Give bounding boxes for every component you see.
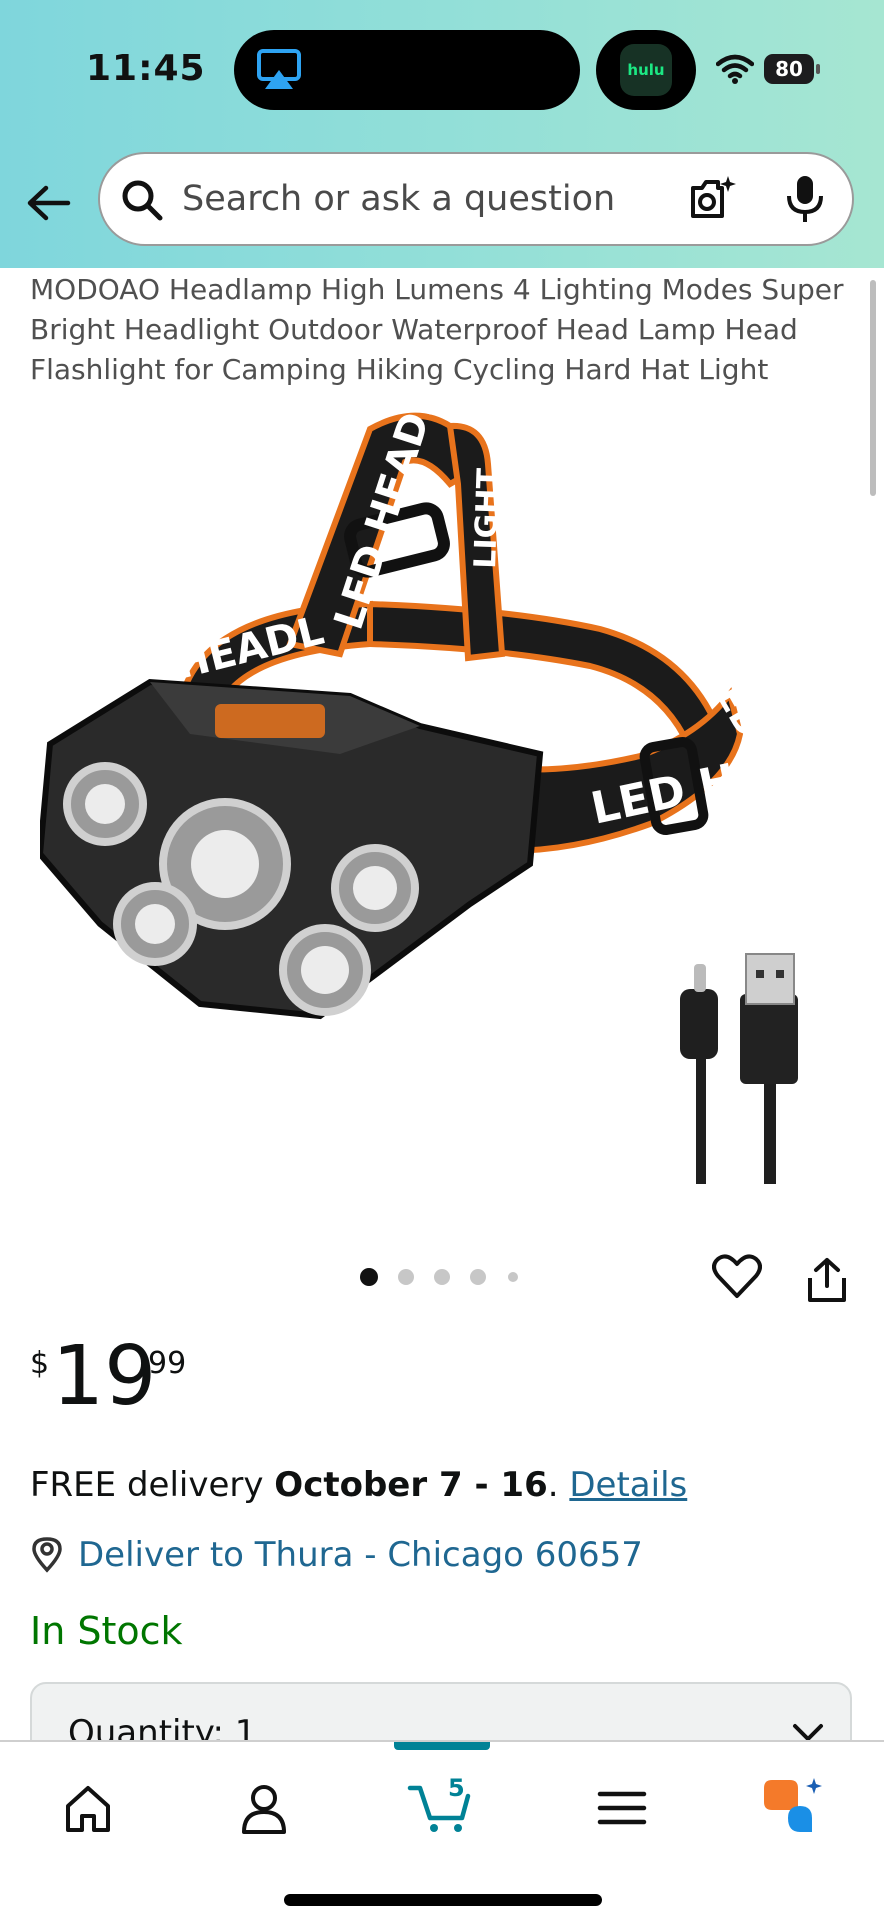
product-title: MODOAO Headlamp High Lumens 4 Lighting M… <box>30 273 844 386</box>
location-icon <box>32 1537 62 1573</box>
delivery-dates: October 7 - 16 <box>274 1465 548 1505</box>
tab-account[interactable] <box>234 1762 344 1852</box>
hulu-badge: hulu <box>620 44 672 96</box>
scrollbar[interactable] <box>870 280 876 496</box>
battery-level: 80 <box>764 54 814 84</box>
battery-indicator: 80 <box>764 54 820 84</box>
heart-icon[interactable] <box>712 1254 762 1300</box>
delivery-prefix: FREE delivery <box>30 1465 275 1505</box>
carousel-dot-3[interactable] <box>434 1269 450 1285</box>
delivery-details-link[interactable]: Details <box>569 1465 687 1505</box>
mic-icon[interactable] <box>784 174 826 224</box>
active-tab-indicator <box>394 1742 490 1750</box>
menu-icon <box>597 1791 647 1825</box>
rufus-icon <box>764 1778 822 1832</box>
price-whole: 19 <box>52 1329 157 1424</box>
deliver-to-link[interactable]: Deliver to Thura - Chicago 60657 <box>78 1532 643 1578</box>
search-icon <box>122 180 163 221</box>
carousel-dot-4[interactable] <box>470 1269 486 1285</box>
share-icon[interactable] <box>806 1256 848 1304</box>
wifi-icon <box>716 54 754 84</box>
account-icon <box>242 1785 286 1834</box>
tab-menu[interactable] <box>592 1762 702 1852</box>
carousel-dot-1[interactable] <box>360 1268 378 1286</box>
product-image[interactable]: LED HEADLIGHT LIGHT HEADL LED LED HEAD <box>40 404 844 1184</box>
delivery-info: FREE delivery October 7 - 16. Details <box>30 1462 687 1508</box>
stock-status: In Stock <box>30 1609 183 1653</box>
tab-cart[interactable]: 5 <box>406 1762 516 1852</box>
home-indicator[interactable] <box>284 1894 602 1906</box>
hulu-live-activity: hulu <box>596 30 696 110</box>
carousel-dot-2[interactable] <box>398 1269 414 1285</box>
search-bar[interactable]: Search or ask a question <box>98 152 854 246</box>
back-arrow-icon[interactable] <box>24 178 74 228</box>
camera-icon[interactable] <box>688 174 738 224</box>
price-fraction: 99 <box>148 1346 187 1381</box>
carousel-dot-5[interactable] <box>508 1272 518 1282</box>
home-icon <box>66 1786 110 1832</box>
band-text-back: LIGHT <box>468 467 507 569</box>
dynamic-island <box>234 30 580 110</box>
airplay-icon <box>257 49 301 89</box>
app-header: 11:45 hulu 80 Search or ask a question <box>0 0 884 268</box>
tab-home[interactable] <box>58 1762 168 1852</box>
search-input[interactable]: Search or ask a question <box>182 154 615 244</box>
delivery-separator: . <box>547 1465 570 1505</box>
cart-icon <box>407 1785 471 1832</box>
tab-rufus[interactable] <box>758 1762 868 1852</box>
status-time: 11:45 <box>86 48 206 89</box>
price-symbol: $ <box>30 1346 50 1381</box>
